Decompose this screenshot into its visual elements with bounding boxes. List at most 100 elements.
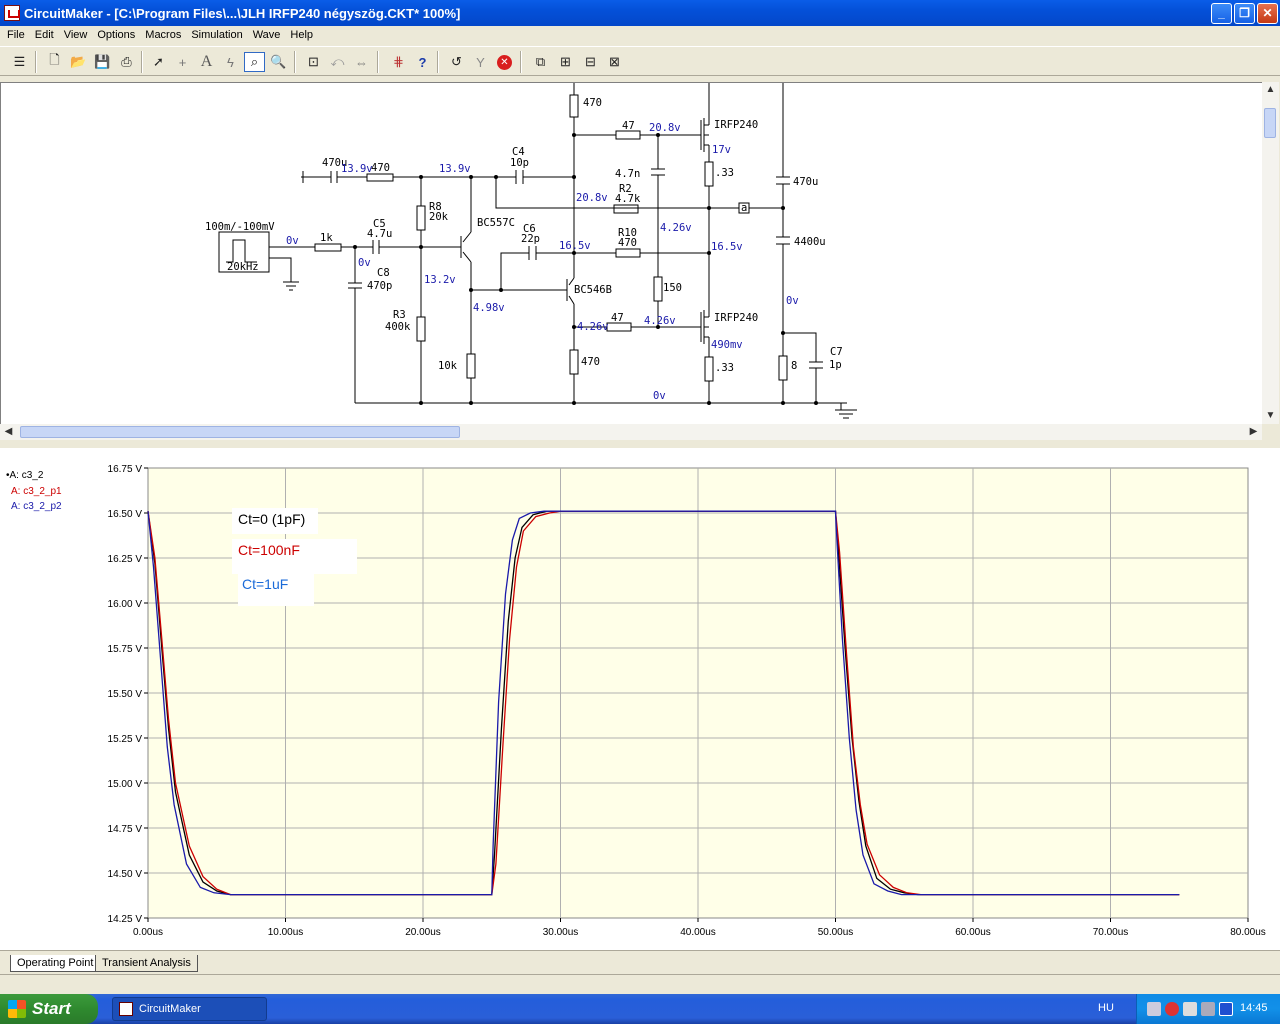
- x-tick-label: 20.00us: [405, 927, 441, 938]
- menu-macros[interactable]: Macros: [140, 26, 186, 45]
- circuit-diagram: a 100m/-100mV 20kHz 1k 470u 470 C5 4.7u …: [205, 83, 857, 419]
- label-r470-bot: 470: [581, 356, 600, 368]
- vertical-scroll-thumb[interactable]: [1264, 108, 1276, 138]
- close-button[interactable]: ✕: [1257, 3, 1278, 24]
- taskbar-app-label: CircuitMaker: [139, 1003, 201, 1015]
- annotation-ct1u: Ct=1uF: [242, 576, 288, 592]
- device-icon[interactable]: ⧉: [530, 52, 551, 72]
- taskbar-app-button[interactable]: CircuitMaker: [112, 997, 267, 1021]
- toolbar-separator: [294, 51, 296, 73]
- start-label: Start: [32, 999, 71, 1018]
- volume-icon[interactable]: [1183, 1002, 1197, 1016]
- toolbar-separator: [141, 51, 143, 73]
- tab-transient-analysis[interactable]: Transient Analysis: [95, 955, 198, 972]
- scroll-right-icon[interactable]: ▶: [1245, 424, 1262, 440]
- step-icon[interactable]: Y: [470, 52, 491, 72]
- digital-probe-icon[interactable]: ⋕: [388, 52, 409, 72]
- analysis-icon[interactable]: ⊠: [604, 52, 625, 72]
- scroll-up-icon[interactable]: ▲: [1262, 82, 1279, 98]
- schematic-canvas[interactable]: a 100m/-100mV 20kHz 1k 470u 470 C5 4.7u …: [0, 82, 1262, 424]
- label-c-4400u: 4400u: [794, 236, 826, 248]
- x-tick-label: 70.00us: [1093, 927, 1129, 938]
- app-icon[interactable]: [4, 5, 20, 21]
- security-shield-icon[interactable]: [1165, 1002, 1179, 1016]
- zoom-fit-icon[interactable]: ⊡: [303, 52, 324, 72]
- probe-icon[interactable]: ⌕: [244, 52, 265, 72]
- minimize-button[interactable]: _: [1211, 3, 1232, 24]
- voltage-4-26a: 4.26v: [577, 321, 609, 333]
- network-icon[interactable]: [1147, 1002, 1161, 1016]
- toolbar: ☰ 🗋 📂 💾 ⎙ ➚ + A ϟ ⌕ 🔍 ⊡ ⤺ ⇔ ⋕ ? ↺ Y ✕ ⧉ …: [0, 46, 1280, 76]
- vertical-scrollbar[interactable]: ▲ ▼: [1262, 82, 1279, 424]
- maximize-button[interactable]: ❐: [1234, 3, 1255, 24]
- menu-view[interactable]: View: [59, 26, 93, 45]
- start-button[interactable]: Start: [0, 994, 98, 1024]
- x-tick-label: 10.00us: [268, 927, 304, 938]
- menu-bar: File Edit View Options Macros Simulation…: [0, 26, 1280, 45]
- menu-file[interactable]: File: [2, 26, 30, 45]
- y-tick-label: 15.00 V: [108, 779, 143, 790]
- annotation-ct0: Ct=0 (1pF): [238, 511, 305, 527]
- status-bar: [0, 974, 1280, 994]
- annotation-ct100n: Ct=100nF: [238, 542, 300, 558]
- window-title: CircuitMaker - [C:\Program Files\...\JLH…: [24, 5, 461, 21]
- new-file-icon[interactable]: 🗋: [44, 52, 65, 72]
- display-icon[interactable]: [1201, 1002, 1215, 1016]
- label-r3-val: 400k: [385, 321, 411, 333]
- plot-area: 0.00us 10.00us 20.00us 30.00us 40.00us 50.00u…: [108, 464, 1266, 938]
- open-file-icon[interactable]: 📂: [68, 52, 89, 72]
- y-tick-label: 14.25 V: [108, 914, 143, 925]
- scroll-down-icon[interactable]: ▼: [1262, 408, 1279, 424]
- y-tick-label: 15.25 V: [108, 734, 143, 745]
- windows-logo-icon: [8, 1000, 26, 1018]
- y-tick-label: 16.25 V: [108, 554, 143, 565]
- toolbar-separator: [520, 51, 522, 73]
- label-r470-top: 470: [583, 97, 602, 109]
- text-tool-icon[interactable]: A: [196, 52, 217, 72]
- legend-item-c3-2-p2[interactable]: A: c3_2_p2: [6, 501, 62, 512]
- scope-icon[interactable]: ⊟: [580, 52, 601, 72]
- label-c-out-470u: 470u: [793, 176, 818, 188]
- waveform-graph[interactable]: •A: c3_2 A: c3_2_p1 A: c3_2_p2 0.00us 10.…: [0, 448, 1280, 950]
- label-r47-top: 47: [622, 120, 635, 132]
- horizontal-scroll-thumb[interactable]: [20, 426, 460, 438]
- probe-label: a: [741, 202, 747, 214]
- probe-tool-icon[interactable]: ☰: [9, 52, 30, 72]
- arrow-tool-icon[interactable]: ➚: [148, 52, 169, 72]
- x-tick-label: 30.00us: [543, 927, 579, 938]
- lightning-tool-icon[interactable]: ϟ: [220, 52, 241, 72]
- menu-simulation[interactable]: Simulation: [186, 26, 247, 45]
- horizontal-scrollbar[interactable]: ◀ ▶: [0, 424, 1262, 440]
- menu-edit[interactable]: Edit: [30, 26, 59, 45]
- pane-splitter[interactable]: [0, 440, 1280, 448]
- label-q1: BC557C: [477, 217, 515, 229]
- voltage-out: 0v: [786, 295, 799, 307]
- menu-options[interactable]: Options: [92, 26, 140, 45]
- language-indicator[interactable]: HU: [1098, 1002, 1114, 1014]
- voltage-4-26c: 4.26v: [644, 315, 676, 327]
- menu-help[interactable]: Help: [285, 26, 318, 45]
- reset-icon[interactable]: ↺: [446, 52, 467, 72]
- legend-item-c3-2-p1[interactable]: A: c3_2_p1: [6, 486, 62, 497]
- tab-operating-point[interactable]: Operating Point: [10, 955, 101, 972]
- label-q2: BC546B: [574, 284, 612, 296]
- menu-wave[interactable]: Wave: [248, 26, 286, 45]
- stop-icon[interactable]: ✕: [494, 52, 515, 72]
- help-icon[interactable]: ?: [412, 52, 433, 72]
- print-icon[interactable]: ⎙: [116, 52, 137, 72]
- y-tick-label: 16.50 V: [108, 509, 143, 520]
- zoom-icon[interactable]: 🔍: [268, 52, 289, 72]
- source-label: 100m/-100mV: [205, 221, 275, 233]
- rotate-icon[interactable]: ⤺: [327, 52, 348, 72]
- label-r8-val: 20k: [429, 211, 449, 223]
- mirror-icon[interactable]: ⇔: [351, 52, 372, 72]
- label-c-4-7n: 4.7n: [615, 168, 640, 180]
- legend-item-c3-2[interactable]: •A: c3_2: [6, 470, 43, 481]
- trace-icon[interactable]: ⊞: [555, 52, 576, 72]
- save-icon[interactable]: 💾: [92, 52, 113, 72]
- wire-tool-icon[interactable]: +: [172, 52, 193, 72]
- bluetooth-icon[interactable]: [1219, 1002, 1233, 1016]
- scroll-left-icon[interactable]: ◀: [0, 424, 17, 440]
- label-r10-val: 470: [618, 237, 637, 249]
- toolbar-separator: [437, 51, 439, 73]
